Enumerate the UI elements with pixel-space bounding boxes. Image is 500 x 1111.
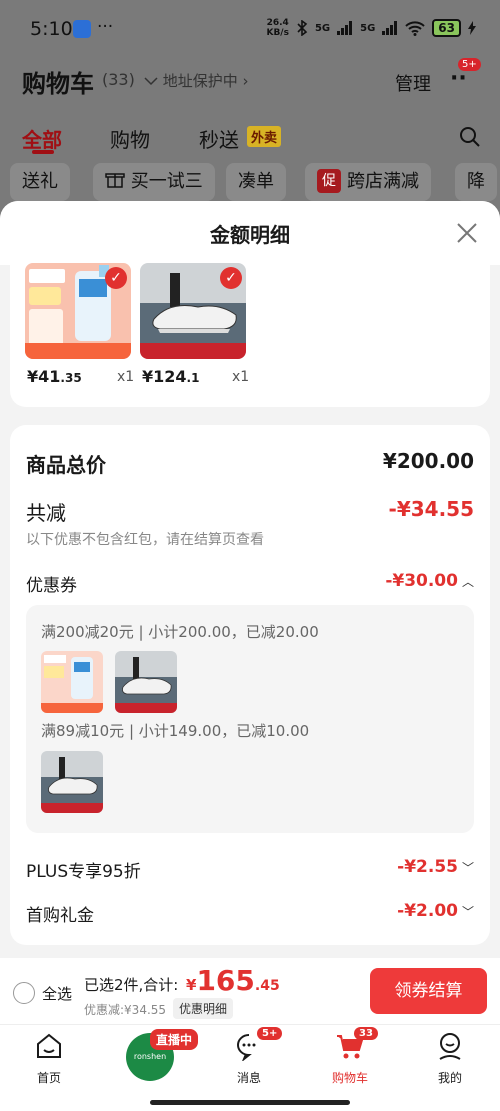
app-notification-icon [73, 20, 91, 38]
plus-discount-label: PLUS专享95折 [26, 862, 141, 882]
nav-messages[interactable]: 5+ 消息 [219, 1027, 283, 1086]
plus-discount-toggle[interactable]: -¥2.55 ﹀ [397, 857, 474, 877]
shield-icon [144, 77, 158, 86]
first-purchase-label: 首购礼金 [26, 906, 94, 926]
cart-count: (33) [102, 70, 135, 89]
charging-icon [468, 21, 476, 35]
total-price-value: ¥200.00 [382, 449, 474, 473]
chevron-up-icon: ︿ [461, 575, 474, 589]
nav-home[interactable]: 首页 [19, 1031, 79, 1086]
coupon-label: 优惠券 [26, 576, 77, 596]
bottom-nav: 首页 ronshen 直播中 5+ 消息 33 购物车 我的 [0, 1024, 500, 1111]
signal-5g-1: 5G [314, 22, 331, 34]
product-item[interactable]: ✓ ¥41.35 x1 [25, 263, 134, 386]
coupon-rule-1: 满200减20元 | 小计200.00，已减20.00 [41, 623, 319, 641]
tab-active-indicator [32, 150, 54, 154]
address-protect-link[interactable]: 地址保护中 › [144, 70, 249, 91]
coupon-toggle[interactable]: -¥30.00 ︿ [385, 571, 474, 591]
bluetooth-icon [297, 20, 308, 36]
net-speed: 26.4 KB/s [266, 18, 289, 38]
chip-gift[interactable]: 送礼 [10, 163, 70, 201]
signal-bars-icon [337, 21, 353, 35]
more-badge: 5+ [458, 58, 481, 71]
product-image: ✓ [25, 263, 131, 359]
sheet-header: 金额明细 [0, 201, 500, 265]
product-item[interactable]: ✓ ¥124.1 x1 [140, 263, 249, 386]
selected-info: 已选2件,合计: [84, 976, 179, 994]
chip-add-on[interactable]: 凑单 [226, 163, 286, 201]
gift-box-icon [105, 173, 125, 188]
check-icon: ✓ [220, 267, 242, 289]
tab-all[interactable]: 全部 [22, 124, 62, 153]
coupon-details: 满200减20元 | 小计200.00，已减20.00 满89减10元 | 小计… [26, 605, 474, 833]
reduce-hint: 以下优惠不包含红包，请在结算页查看 [26, 532, 264, 548]
chevron-down-icon: ﹀ [461, 861, 474, 875]
manage-button[interactable]: 管理 [395, 70, 431, 96]
signal-bars-icon [382, 21, 398, 35]
sheet-title: 金额明细 [210, 223, 290, 247]
status-bar: 5:10 ··· 26.4 KB/s 5G 5G 63 [0, 0, 500, 58]
user-icon [439, 1033, 461, 1060]
amount-detail-sheet: 金额明细 ✓ ¥41.35 x1 ✓ ¥124.1 x1 商品总价 ¥200.0… [0, 201, 500, 958]
messages-badge: 5+ [257, 1027, 283, 1040]
home-icon [37, 1033, 61, 1058]
nav-cart[interactable]: 33 购物车 [320, 1027, 380, 1086]
product-quantity: x1 [232, 369, 250, 385]
select-all-radio[interactable] [13, 982, 35, 1004]
status-more: ··· [97, 17, 114, 37]
product-image: ✓ [140, 263, 246, 359]
total-price-label: 商品总价 [26, 453, 106, 477]
search-icon[interactable] [458, 125, 482, 149]
nav-me[interactable]: 我的 [420, 1031, 480, 1086]
checkout-button[interactable]: 领券结算 [370, 968, 487, 1014]
product-thumbnail [115, 651, 177, 713]
takeout-badge: 外卖 [247, 126, 282, 147]
chevron-down-icon: ﹀ [461, 905, 474, 919]
cart-badge: 33 [354, 1027, 378, 1040]
status-time: 5:10 [30, 18, 73, 40]
total-amount: ¥165.45 [186, 964, 280, 997]
signal-5g-2: 5G [360, 22, 376, 34]
checkout-bar: 全选 已选2件,合计: ¥165.45 优惠减:¥34.55 优惠明细 领券结算 [0, 958, 500, 1024]
product-price: ¥124.1 [142, 367, 200, 386]
chip-cross-store-discount[interactable]: 促跨店满减 [305, 163, 431, 201]
category-tabs: 全部 购物 秒送 外卖 [0, 120, 500, 156]
total-reduce-value: -¥34.55 [388, 497, 474, 521]
total-reduce-label: 共减 [26, 501, 66, 525]
tab-flash-delivery[interactable]: 秒送 [199, 124, 239, 153]
check-icon: ✓ [105, 267, 127, 289]
select-all-label[interactable]: 全选 [42, 983, 72, 1004]
chip-try-three[interactable]: 买一试三 [93, 163, 215, 201]
home-indicator[interactable] [150, 1100, 350, 1105]
close-icon[interactable] [455, 221, 479, 245]
product-price: ¥41.35 [27, 367, 82, 386]
tab-shopping[interactable]: 购物 [110, 124, 150, 153]
page-title: 购物车 [22, 70, 94, 98]
status-right: 26.4 KB/s 5G 5G 63 [266, 18, 476, 38]
first-purchase-toggle[interactable]: -¥2.00 ﹀ [397, 901, 474, 921]
discount-info: 优惠减:¥34.55 [84, 1003, 167, 1017]
selected-products: ✓ ¥41.35 x1 ✓ ¥124.1 x1 [10, 257, 490, 407]
chip-price-drop[interactable]: 降 [455, 163, 497, 201]
product-quantity: x1 [117, 369, 135, 385]
filter-chips: 送礼 买一试三 凑单 促跨店满减 降 [0, 163, 500, 203]
discount-detail-button[interactable]: 优惠明细 [173, 998, 234, 1019]
background-page: 5:10 ··· 26.4 KB/s 5G 5G 63 购物车 (33) 地址保… [0, 0, 500, 230]
battery-indicator: 63 [432, 19, 461, 37]
product-thumbnail [41, 751, 103, 813]
promo-icon: 促 [317, 169, 341, 193]
wifi-icon [405, 21, 425, 36]
live-badge: 直播中 [150, 1029, 199, 1050]
coupon-rule-2: 满89减10元 | 小计149.00，已减10.00 [41, 722, 310, 740]
price-summary: 商品总价 ¥200.00 共减 -¥34.55 以下优惠不包含红包，请在结算页查… [10, 425, 490, 945]
product-thumbnail [41, 651, 103, 713]
